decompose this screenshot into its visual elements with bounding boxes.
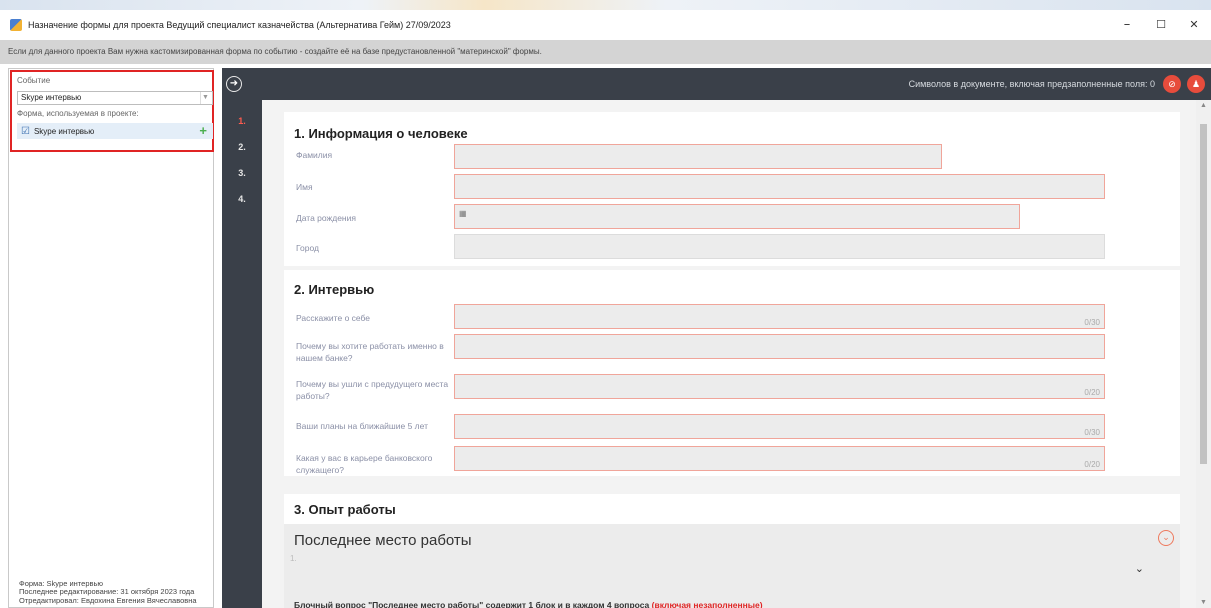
chevron-down-icon[interactable]: ⌄ bbox=[1135, 562, 1144, 575]
main-header: ➜ Символов в документе, включая предзапо… bbox=[222, 68, 1211, 100]
field-label-name: Имя bbox=[296, 182, 313, 192]
career-counter: 0/20 bbox=[1084, 460, 1100, 469]
event-select[interactable]: Skype интервью ▼ bbox=[17, 91, 213, 105]
field-label-why-bank: Почему вы хотите работать именно в нашем… bbox=[296, 341, 444, 363]
field-label-city: Город bbox=[296, 243, 319, 253]
career-input[interactable]: 0/20 bbox=[454, 446, 1105, 471]
maximize-button[interactable]: ☐ bbox=[1146, 16, 1176, 34]
why-bank-input[interactable] bbox=[454, 334, 1105, 359]
block-title: Последнее место работы bbox=[294, 532, 472, 549]
arrow-right-circle-icon[interactable]: ➜ bbox=[226, 76, 242, 92]
form-item-label: Skype интервью bbox=[33, 126, 95, 136]
city-input[interactable] bbox=[454, 234, 1105, 259]
sidebar: Событие Skype интервью ▼ Форма, использу… bbox=[8, 68, 214, 608]
form-content: 1. Информация о человеке Фамилия Имя Дат… bbox=[262, 100, 1196, 608]
field-label-career: Какая у вас в карьере банковского служащ… bbox=[296, 453, 433, 475]
minimize-button[interactable]: – bbox=[1112, 16, 1142, 34]
block-number: 1. bbox=[290, 554, 297, 563]
unlink-button-icon[interactable]: ⊘ bbox=[1163, 75, 1181, 93]
plus-icon[interactable]: + bbox=[199, 123, 207, 139]
event-label: Событие bbox=[17, 76, 51, 85]
block-note-text: Блочный вопрос "Последнее место работы" … bbox=[294, 600, 652, 608]
expand-circle-icon[interactable]: ⌄ bbox=[1158, 530, 1174, 546]
section-title-2: 2. Интервью bbox=[294, 282, 375, 297]
footer-editor: Отредактировал: Евдохина Евгения Вячесла… bbox=[19, 595, 197, 605]
birthdate-input[interactable]: ▦ bbox=[454, 204, 1020, 229]
title-bar: Назначение формы для проекта Ведущий спе… bbox=[0, 10, 1211, 40]
step-1[interactable]: 1. bbox=[222, 116, 262, 126]
field-label-birthdate: Дата рождения bbox=[296, 213, 356, 223]
why-left-counter: 0/20 bbox=[1084, 388, 1100, 397]
scroll-up-icon[interactable]: ▲ bbox=[1199, 102, 1208, 109]
form-list-item[interactable]: ☑ Skype интервью + bbox=[17, 123, 213, 139]
last-job-block: Последнее место работы 1. ⌄ ⌄ Блочный во… bbox=[284, 524, 1180, 608]
block-note-red: (включая незаполненные) bbox=[651, 600, 763, 608]
symbol-counter: Символов в документе, включая предзаполн… bbox=[908, 79, 1155, 89]
event-select-value: Skype интервью bbox=[21, 93, 82, 102]
window-title: Назначение формы для проекта Ведущий спе… bbox=[28, 20, 451, 30]
scrollbar-thumb[interactable] bbox=[1200, 124, 1207, 464]
field-label-plans: Ваши планы на ближайшие 5 лет bbox=[296, 421, 428, 431]
section-card-3: 3. Опыт работы bbox=[284, 494, 1180, 524]
step-2[interactable]: 2. bbox=[222, 142, 262, 152]
block-note: Блочный вопрос "Последнее место работы" … bbox=[294, 600, 763, 608]
field-label-about: Расскажите о себе bbox=[296, 313, 371, 323]
about-counter: 0/30 bbox=[1084, 318, 1100, 327]
field-label-surname: Фамилия bbox=[296, 150, 333, 160]
forms-label: Форма, используемая в проекте: bbox=[17, 109, 139, 118]
section-title-3: 3. Опыт работы bbox=[294, 502, 396, 517]
field-label-why-left: Почему вы ушли с предудущего места работ… bbox=[296, 379, 449, 401]
about-input[interactable]: 0/30 bbox=[454, 304, 1105, 329]
plans-input[interactable]: 0/30 bbox=[454, 414, 1105, 439]
info-bar: Если для данного проекта Вам нужна касто… bbox=[0, 40, 1211, 64]
section-title-1: 1. Информация о человеке bbox=[294, 126, 468, 141]
why-left-input[interactable]: 0/20 bbox=[454, 374, 1105, 399]
step-3[interactable]: 3. bbox=[222, 168, 262, 178]
scroll-down-icon[interactable]: ▼ bbox=[1199, 599, 1208, 606]
step-4[interactable]: 4. bbox=[222, 194, 262, 204]
top-decor-strip bbox=[0, 0, 1211, 10]
app-icon bbox=[10, 19, 22, 31]
surname-input[interactable] bbox=[454, 144, 942, 169]
calendar-icon[interactable]: ▦ bbox=[459, 209, 467, 218]
step-nav: 1. 2. 3. 4. bbox=[222, 100, 262, 608]
chevron-down-icon[interactable]: ▼ bbox=[200, 92, 210, 104]
scrollbar[interactable]: ▲ ▼ bbox=[1196, 100, 1211, 608]
sidebar-footer: Форма: Skype интервью Последнее редактир… bbox=[19, 579, 197, 606]
close-button[interactable]: ✕ bbox=[1179, 16, 1209, 34]
checkbox-icon[interactable]: ☑ bbox=[21, 126, 30, 137]
user-add-button-icon[interactable]: ♟ bbox=[1187, 75, 1205, 93]
plans-counter: 0/30 bbox=[1084, 428, 1100, 437]
name-input[interactable] bbox=[454, 174, 1105, 199]
